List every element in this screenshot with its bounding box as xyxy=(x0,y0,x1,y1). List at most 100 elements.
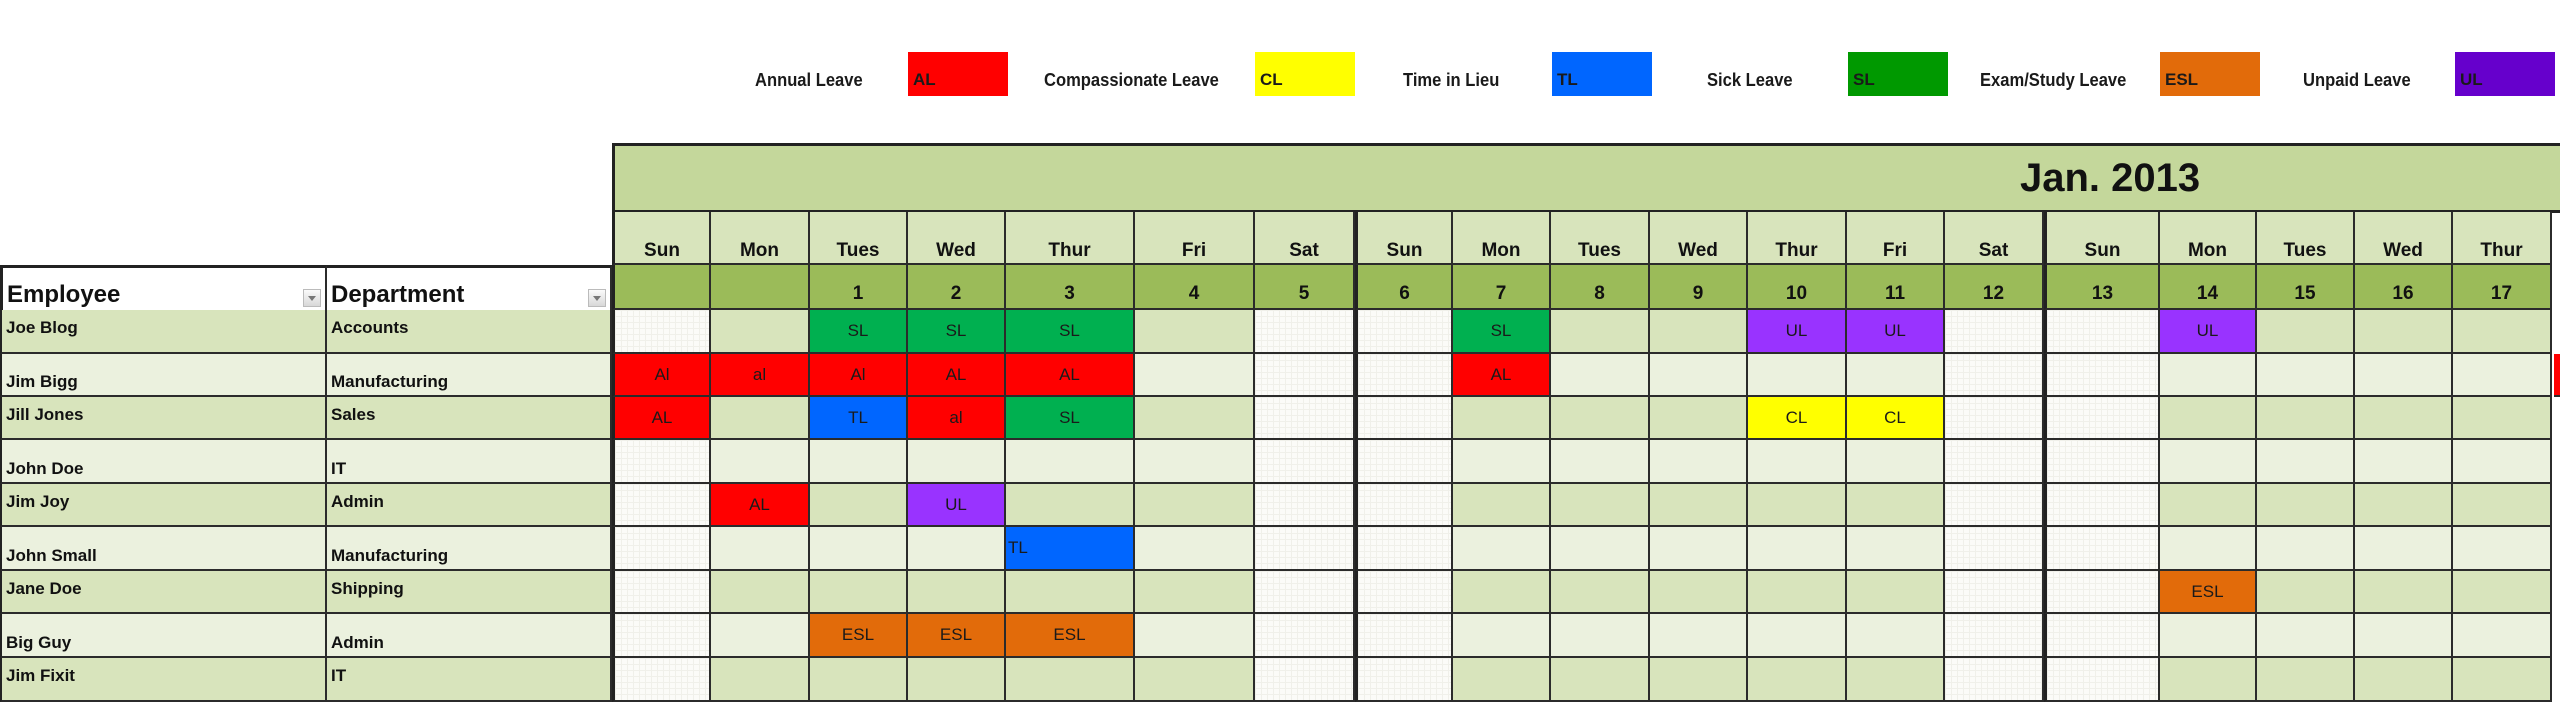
day-cell[interactable] xyxy=(1945,397,2044,440)
day-cell[interactable] xyxy=(2160,658,2257,702)
department-cell[interactable]: Admin xyxy=(327,484,612,527)
day-cell[interactable] xyxy=(1847,484,1945,527)
day-cell[interactable] xyxy=(908,527,1006,571)
day-cell[interactable] xyxy=(810,571,908,614)
day-cell[interactable] xyxy=(1551,614,1650,658)
day-cell[interactable] xyxy=(711,440,810,484)
day-cell[interactable] xyxy=(1847,571,1945,614)
employee-name-cell[interactable]: Jim Joy xyxy=(0,484,327,527)
department-cell[interactable]: IT xyxy=(327,658,612,702)
day-cell[interactable] xyxy=(1945,614,2044,658)
day-cell[interactable] xyxy=(2044,310,2160,354)
day-cell[interactable] xyxy=(810,658,908,702)
day-cell[interactable] xyxy=(2044,614,2160,658)
day-cell[interactable] xyxy=(1748,571,1847,614)
leave-cell[interactable]: UL xyxy=(1847,310,1945,354)
day-cell[interactable] xyxy=(2453,571,2552,614)
day-cell[interactable] xyxy=(1650,658,1748,702)
day-cell[interactable] xyxy=(1255,310,1355,354)
day-cell[interactable] xyxy=(2257,354,2355,397)
department-cell[interactable]: Manufacturing xyxy=(327,354,612,397)
day-cell[interactable] xyxy=(1453,397,1551,440)
day-cell[interactable] xyxy=(1847,440,1945,484)
day-cell[interactable] xyxy=(2355,527,2453,571)
department-filter-dropdown-icon[interactable] xyxy=(588,289,606,307)
day-cell[interactable] xyxy=(612,614,711,658)
day-cell[interactable] xyxy=(2453,484,2552,527)
day-cell[interactable] xyxy=(1355,397,1453,440)
day-cell[interactable] xyxy=(2453,614,2552,658)
day-cell[interactable] xyxy=(711,614,810,658)
day-cell[interactable] xyxy=(612,527,711,571)
day-cell[interactable] xyxy=(1453,614,1551,658)
day-cell[interactable] xyxy=(1945,440,2044,484)
leave-cell[interactable]: Al xyxy=(810,354,908,397)
leave-cell[interactable]: ESL xyxy=(810,614,908,658)
day-cell[interactable] xyxy=(1255,614,1355,658)
day-cell[interactable] xyxy=(1945,354,2044,397)
employee-name-cell[interactable]: John Small xyxy=(0,527,327,571)
leave-cell[interactable]: al xyxy=(908,397,1006,440)
day-cell[interactable] xyxy=(908,440,1006,484)
leave-cell[interactable]: SL xyxy=(810,310,908,354)
department-cell[interactable]: Admin xyxy=(327,614,612,658)
day-cell[interactable] xyxy=(1650,571,1748,614)
day-cell[interactable] xyxy=(1135,484,1255,527)
leave-cell-overflow[interactable] xyxy=(2554,354,2560,397)
day-cell[interactable] xyxy=(1453,658,1551,702)
day-cell[interactable] xyxy=(2257,440,2355,484)
day-cell[interactable] xyxy=(2044,571,2160,614)
day-cell[interactable] xyxy=(1453,571,1551,614)
day-cell[interactable] xyxy=(711,310,810,354)
leave-cell[interactable]: TL xyxy=(1006,527,1135,571)
day-cell[interactable] xyxy=(1255,397,1355,440)
day-cell[interactable] xyxy=(1650,354,1748,397)
day-cell[interactable] xyxy=(908,658,1006,702)
day-cell[interactable] xyxy=(1255,440,1355,484)
day-cell[interactable] xyxy=(2044,484,2160,527)
leave-cell[interactable]: UL xyxy=(908,484,1006,527)
leave-cell[interactable]: AL xyxy=(711,484,810,527)
day-cell[interactable] xyxy=(1748,527,1847,571)
day-cell[interactable] xyxy=(612,484,711,527)
day-cell[interactable] xyxy=(711,527,810,571)
day-cell[interactable] xyxy=(810,484,908,527)
leave-cell[interactable]: UL xyxy=(1748,310,1847,354)
leave-cell[interactable]: AL xyxy=(1453,354,1551,397)
day-cell[interactable] xyxy=(1748,614,1847,658)
day-cell[interactable] xyxy=(1006,484,1135,527)
day-cell[interactable] xyxy=(1551,527,1650,571)
leave-cell[interactable]: UL xyxy=(2160,310,2257,354)
leave-cell[interactable]: ESL xyxy=(1006,614,1135,658)
leave-cell[interactable]: AL xyxy=(612,397,711,440)
day-cell[interactable] xyxy=(2257,527,2355,571)
day-cell[interactable] xyxy=(2355,440,2453,484)
day-cell[interactable] xyxy=(2453,310,2552,354)
employee-name-cell[interactable]: Jane Doe xyxy=(0,571,327,614)
day-cell[interactable] xyxy=(612,571,711,614)
day-cell[interactable] xyxy=(1551,397,1650,440)
day-cell[interactable] xyxy=(2160,484,2257,527)
day-cell[interactable] xyxy=(1135,397,1255,440)
department-column-header[interactable]: Department xyxy=(327,265,612,312)
leave-cell[interactable]: SL xyxy=(1006,310,1135,354)
day-cell[interactable] xyxy=(810,440,908,484)
leave-cell[interactable]: SL xyxy=(908,310,1006,354)
day-cell[interactable] xyxy=(1255,484,1355,527)
day-cell[interactable] xyxy=(1945,527,2044,571)
day-cell[interactable] xyxy=(2355,614,2453,658)
day-cell[interactable] xyxy=(1135,440,1255,484)
day-cell[interactable] xyxy=(1006,571,1135,614)
day-cell[interactable] xyxy=(1847,658,1945,702)
day-cell[interactable] xyxy=(1255,527,1355,571)
day-cell[interactable] xyxy=(612,440,711,484)
day-cell[interactable] xyxy=(1945,571,2044,614)
day-cell[interactable] xyxy=(612,310,711,354)
day-cell[interactable] xyxy=(1551,354,1650,397)
day-cell[interactable] xyxy=(1748,440,1847,484)
leave-cell[interactable]: TL xyxy=(810,397,908,440)
day-cell[interactable] xyxy=(1650,397,1748,440)
day-cell[interactable] xyxy=(2044,658,2160,702)
day-cell[interactable] xyxy=(2257,397,2355,440)
day-cell[interactable] xyxy=(1355,440,1453,484)
